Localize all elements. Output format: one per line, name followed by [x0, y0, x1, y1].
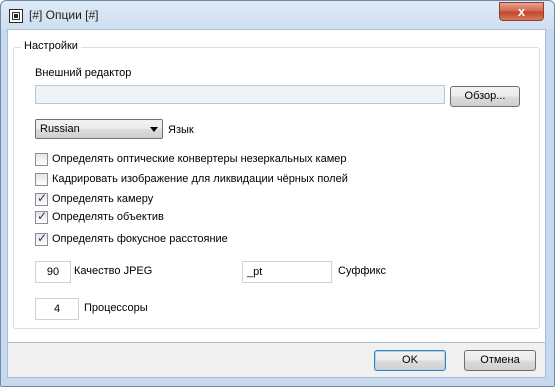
detect-converters-label[interactable]: Определять оптические конвертеры незерка… — [52, 153, 347, 165]
settings-group-label: Настройки — [21, 40, 81, 52]
crop-black-borders-checkbox[interactable] — [35, 173, 48, 186]
detect-converters-checkbox[interactable] — [35, 153, 48, 166]
suffix-label: Суффикс — [338, 265, 387, 277]
language-label: Язык — [168, 124, 194, 136]
detect-lens-checkbox[interactable] — [35, 209, 48, 224]
cancel-button[interactable]: Отмена — [464, 350, 536, 371]
suffix-input[interactable]: _pt — [242, 261, 332, 283]
jpeg-quality-label: Качество JPEG — [74, 265, 153, 277]
editor-label: Внешний редактор — [35, 67, 132, 79]
dropdown-arrow-icon — [150, 127, 158, 132]
title-bar[interactable]: [#] Опции [#] x — [1, 1, 554, 30]
jpeg-quality-input[interactable]: 90 — [35, 261, 71, 283]
detect-camera-label[interactable]: Определять камеру — [52, 193, 153, 205]
ok-button[interactable]: OK — [374, 350, 446, 371]
close-button[interactable]: x — [499, 2, 544, 21]
language-value: Russian — [40, 123, 80, 135]
browse-button[interactable]: Обзор... — [450, 86, 520, 107]
detect-focal-length-label[interactable]: Определять фокусное расстояние — [52, 233, 228, 245]
detect-camera-checkbox[interactable] — [35, 191, 48, 206]
app-icon[interactable] — [9, 9, 23, 23]
processors-input[interactable]: 4 — [35, 298, 79, 320]
detect-lens-label[interactable]: Определять объектив — [52, 211, 164, 223]
editor-path-input[interactable] — [35, 85, 445, 104]
processors-label: Процессоры — [84, 302, 148, 314]
language-select[interactable]: Russian — [35, 119, 163, 139]
window-title: [#] Опции [#] — [29, 8, 99, 22]
detect-focal-length-checkbox[interactable] — [35, 231, 48, 246]
crop-black-borders-label[interactable]: Кадрировать изображение для ликвидации ч… — [52, 173, 348, 185]
